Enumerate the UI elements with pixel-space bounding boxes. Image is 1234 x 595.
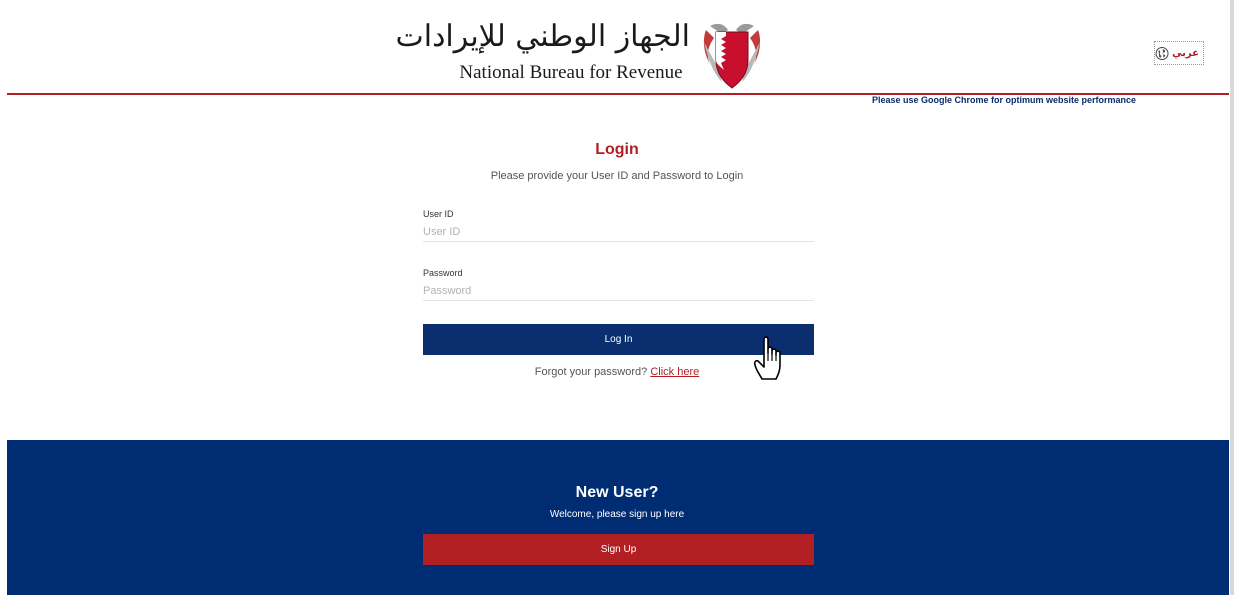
logo-english-text: National Bureau for Revenue [459,62,683,83]
page: الجهاز الوطني للإيرادات National Bureau … [0,0,1234,595]
bahrain-emblem-icon [703,23,761,89]
forgot-password-link[interactable]: Click here [650,366,699,378]
globe-icon [1155,46,1169,60]
user-id-input[interactable] [423,223,814,242]
signup-subtitle: Welcome, please sign up here [549,509,685,520]
user-id-field: User ID [423,209,814,245]
logo[interactable]: الجهاز الوطني للإيرادات National Bureau … [395,14,766,90]
hand-cursor-icon [753,336,781,380]
password-label: Password [423,268,463,278]
password-input[interactable] [423,282,814,301]
password-field: Password [423,268,814,304]
user-id-label: User ID [423,209,454,219]
browser-note: Please use Google Chrome for optimum web… [872,95,1137,105]
signup-button[interactable]: Sign Up [423,534,814,565]
login-subtitle: Please provide your User ID and Password… [490,170,744,182]
header-divider [7,93,1229,95]
signup-title: New User? [575,484,659,501]
login-title: Login [595,141,639,158]
forgot-password: Forgot your password? Click here [0,366,1234,378]
forgot-password-text: Forgot your password? [534,366,648,378]
logo-arabic-text: الجهاز الوطني للإيرادات [395,19,691,54]
scrollbar-edge [1230,0,1234,595]
language-switch[interactable]: عربي [1154,41,1204,65]
language-switch-label: عربي [1172,47,1199,59]
